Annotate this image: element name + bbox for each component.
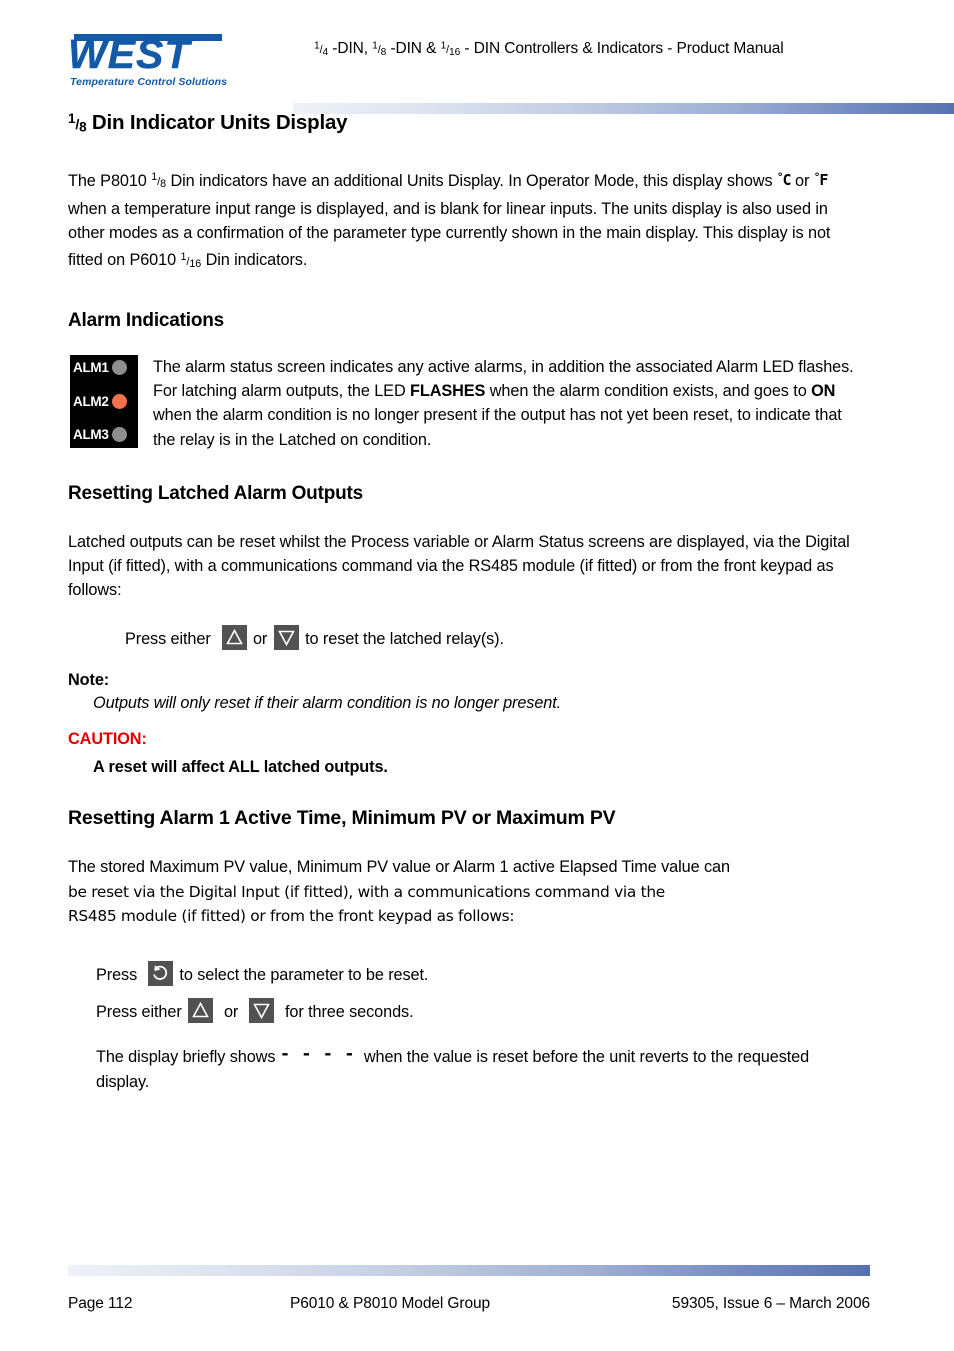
alarm-indications-text: The alarm status screen indicates any ac… <box>153 355 868 453</box>
press-either-tail-1: to reset the latched relay(s). <box>305 629 504 648</box>
units-display-paragraph: The P8010 1/8 Din indicators have an add… <box>68 166 868 277</box>
press-either-label-1: Press either <box>125 629 211 648</box>
scroll-loop-icon <box>153 965 168 981</box>
footer-page-number: Page 112 <box>68 1295 133 1312</box>
alarm-para-2e: when the alarm condition is no longer pr… <box>153 406 842 449</box>
note-label: Note: <box>68 671 110 690</box>
up-arrow-key-button[interactable] <box>221 624 247 650</box>
units-frac-sixteenth: 1/16 <box>180 251 202 271</box>
alarm-led-row-1: ALM1 <box>70 355 138 383</box>
press-scroll-line: Press to select the parameter to be rese… <box>96 961 868 987</box>
degree-celsius-glyph: °C <box>776 170 792 190</box>
alarm-led-indicator-1 <box>111 359 127 375</box>
footer-gradient-rule <box>68 1265 870 1276</box>
caution-block: CAUTION: A reset will affect ALL latched… <box>68 730 868 777</box>
units-para-a2: Din indicators have an additional Units … <box>166 171 777 190</box>
footer-model-group: P6010 & P8010 Model Group <box>290 1295 490 1312</box>
alarm-led-row-2: ALM2 <box>70 386 138 417</box>
alarm-indications-block: ALM1 ALM2 ALM3 The alarm status screen i… <box>68 354 868 455</box>
caution-label: CAUTION: <box>68 730 147 749</box>
resetting-alarm1-line-1: The stored Maximum PV value, Minimum PV … <box>68 858 730 877</box>
press-either-reset-line: Press either or to reset the latched rel… <box>125 624 868 651</box>
units-para-a3: or <box>790 171 814 190</box>
press-scroll-label: Press <box>96 966 138 985</box>
page-title: 1/8 Din Indicator Units Display <box>68 106 868 141</box>
heading-resetting-latched-alarm-outputs: Resetting Latched Alarm Outputs <box>68 482 364 504</box>
alarm-para-2a: For latching alarm outputs, the LED <box>153 382 411 401</box>
note-body: Outputs will only reset if their alarm c… <box>93 694 562 713</box>
page-footer: Page 112 P6010 & P8010 Model Group 59305… <box>68 1295 870 1317</box>
logo-wordmark: WEST <box>68 31 191 77</box>
press-either-tail-2: for three seconds. <box>284 1002 414 1021</box>
note-block: Note: Outputs will only reset if their a… <box>68 671 868 713</box>
alarm-led-label-3: ALM3 <box>73 426 109 442</box>
page-header: WEST Temperature Control Solutions 1/4 -… <box>68 26 954 114</box>
header-title-part-2: -DIN & <box>386 40 441 57</box>
header-title-part-1: -DIN, <box>328 40 373 57</box>
press-either-three-seconds-line: Press either or for three seconds. <box>96 997 868 1024</box>
alarm-flashes-emphasis: FLASHES <box>410 382 486 401</box>
press-either-label-2: Press either <box>96 1002 182 1021</box>
display-dashes-line: The display briefly shows - - - - when t… <box>96 1042 856 1094</box>
alarm-led-row-3: ALM3 <box>70 419 138 448</box>
press-either-or-2: or <box>223 1002 239 1021</box>
west-logo: WEST Temperature Control Solutions <box>68 26 228 88</box>
press-scroll-tail: to select the parameter to be reset. <box>179 966 429 985</box>
alarm-led-label-2: ALM2 <box>73 393 109 409</box>
units-para-a1: The P8010 <box>68 171 152 190</box>
alarm-led-label-1: ALM1 <box>73 359 109 375</box>
alarm-led-panel-image: ALM1 ALM2 ALM3 <box>70 354 138 448</box>
page-title-text: Din Indicator Units Display <box>86 111 348 135</box>
display-dashes-pre: The display briefly shows <box>96 1048 276 1067</box>
scroll-key-button[interactable] <box>147 961 173 987</box>
degree-fahrenheit-glyph: °F <box>813 170 829 190</box>
logo-tagline: Temperature Control Solutions <box>70 76 228 88</box>
resetting-alarm1-line-3: RS485 module (if fitted) or from the fro… <box>68 907 515 926</box>
resetting-alarm1-line-2: be reset via the Digital Input (if fitte… <box>68 882 665 901</box>
heading-alarm-indications: Alarm Indications <box>68 309 225 331</box>
down-arrow-key-button[interactable] <box>273 624 299 650</box>
alarm-para-2c: when the alarm condition exists, and goe… <box>485 382 812 401</box>
footer-issue-date: 59305, Issue 6 – March 2006 <box>671 1295 870 1312</box>
header-frac-quarter: 1/4 <box>314 40 329 58</box>
seven-segment-dashes-glyph: - - - - <box>279 1044 355 1065</box>
units-frac-eighth: 1/8 <box>151 171 167 191</box>
units-para-a5: Din indicators. <box>201 251 308 270</box>
alarm-para-1: The alarm status screen indicates any ac… <box>153 357 854 376</box>
press-either-or-1: or <box>252 629 268 648</box>
header-title: 1/4 -DIN, 1/8 -DIN & 1/16 - DIN Controll… <box>314 40 894 58</box>
page-content: 1/8 Din Indicator Units Display The P801… <box>68 106 868 1094</box>
alarm-led-indicator-3 <box>111 426 127 442</box>
title-frac-eighth: 1/8 <box>68 111 87 135</box>
alarm-on-emphasis: ON <box>811 382 836 401</box>
heading-resetting-alarm1: Resetting Alarm 1 Active Time, Minimum P… <box>68 807 616 830</box>
caution-body: A reset will affect ALL latched outputs. <box>93 758 388 777</box>
header-title-part-3: - DIN Controllers & Indicators - Product… <box>460 40 784 57</box>
down-arrow-key-button-2[interactable] <box>249 997 275 1023</box>
up-arrow-key-button-2[interactable] <box>188 997 214 1023</box>
document-page: WEST Temperature Control Solutions 1/4 -… <box>0 0 954 1351</box>
resetting-latched-paragraph: Latched outputs can be reset whilst the … <box>68 532 850 600</box>
header-frac-eighth: 1/8 <box>372 40 387 58</box>
alarm-led-indicator-2 <box>111 393 127 409</box>
header-frac-sixteenth: 1/16 <box>440 40 461 58</box>
